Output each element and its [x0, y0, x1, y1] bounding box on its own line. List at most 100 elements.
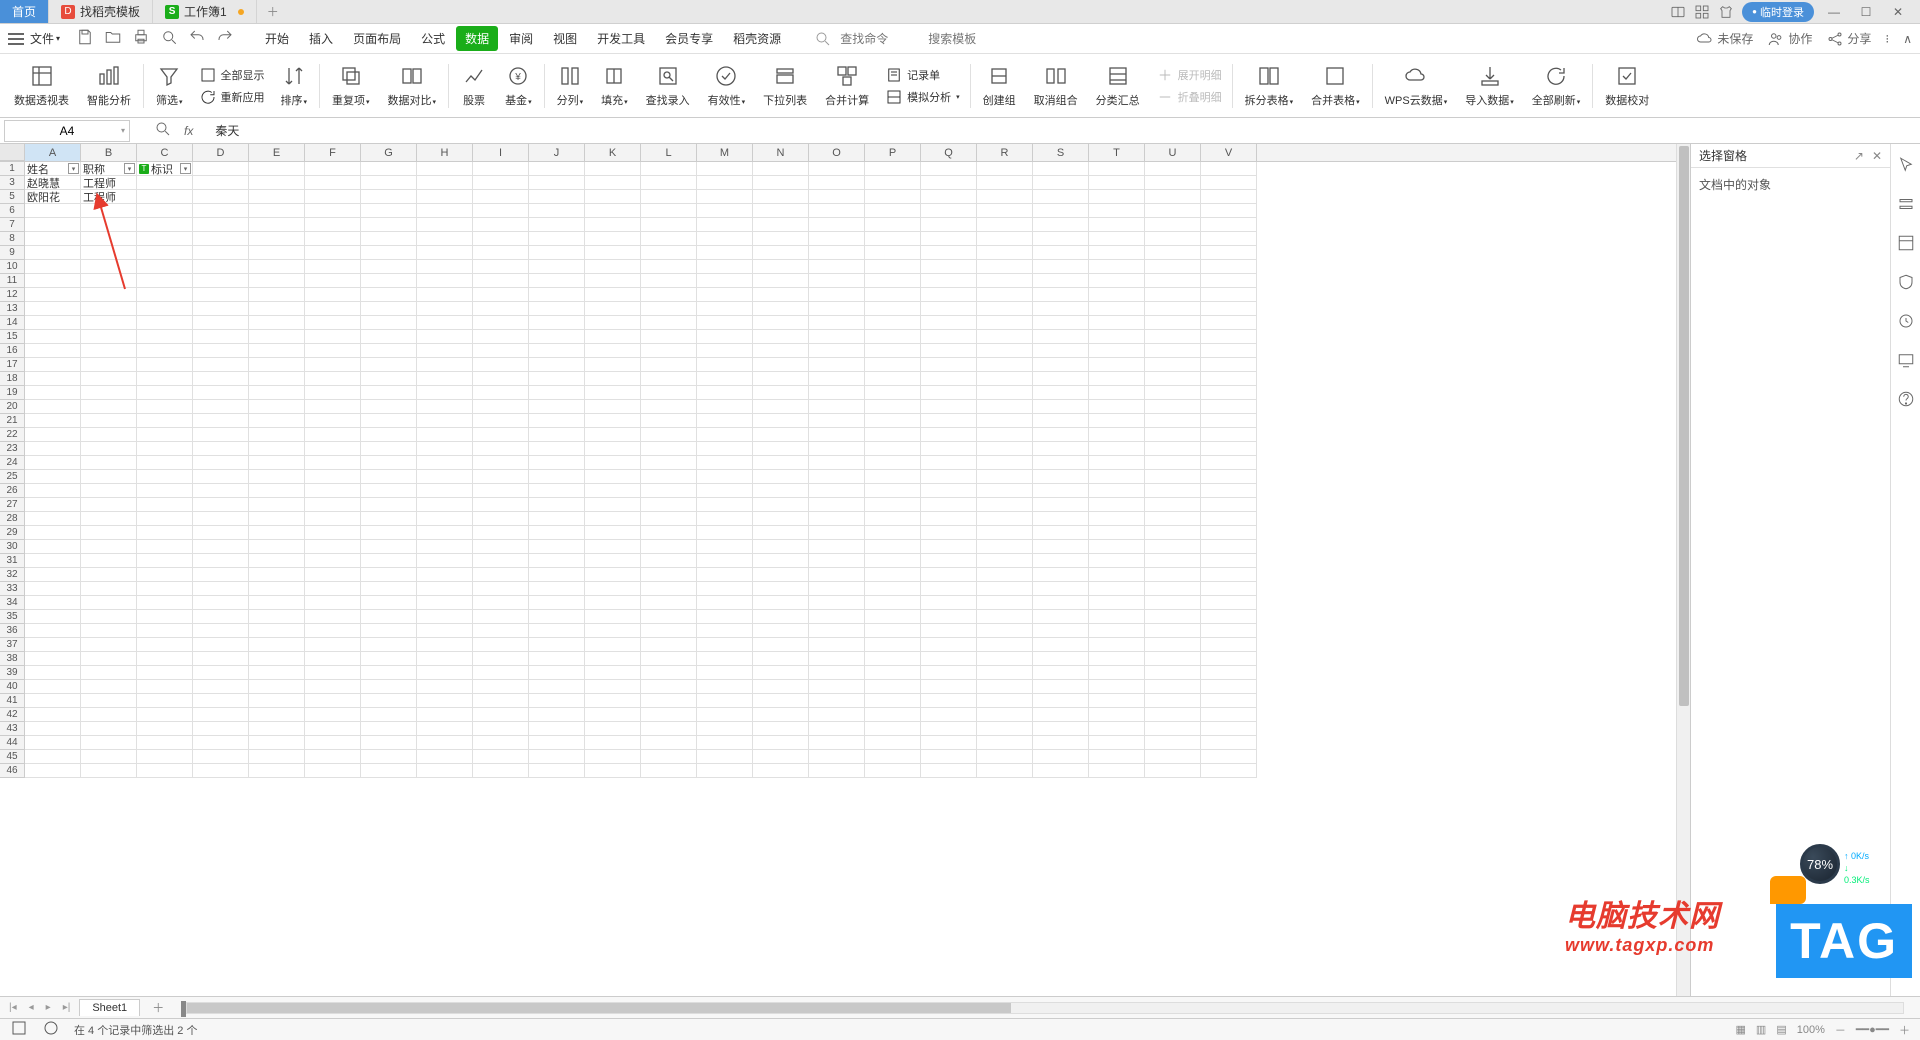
cell[interactable] [529, 666, 585, 680]
cell[interactable] [809, 358, 865, 372]
cell[interactable] [697, 722, 753, 736]
cell[interactable] [1033, 484, 1089, 498]
cell[interactable] [921, 274, 977, 288]
cell[interactable] [1089, 400, 1145, 414]
cell[interactable] [697, 288, 753, 302]
col-header[interactable]: O [809, 144, 865, 161]
cell[interactable] [641, 638, 697, 652]
cell[interactable] [193, 302, 249, 316]
cell[interactable] [1033, 722, 1089, 736]
more-icon[interactable]: ⁝ [1885, 32, 1889, 46]
split-table-button[interactable]: 拆分表格▾ [1237, 63, 1302, 108]
cell[interactable] [361, 498, 417, 512]
sim-analysis-button[interactable]: 模拟分析▾ [885, 88, 960, 106]
cell[interactable] [585, 204, 641, 218]
file-menu[interactable]: 文件▾ [30, 30, 60, 47]
select-tool-icon[interactable] [1897, 156, 1915, 177]
cell[interactable] [1145, 442, 1201, 456]
cell[interactable] [529, 610, 585, 624]
cell[interactable] [697, 274, 753, 288]
cell[interactable] [1089, 162, 1145, 176]
cell[interactable] [1033, 526, 1089, 540]
cell[interactable] [305, 736, 361, 750]
cell[interactable] [417, 260, 473, 274]
cell[interactable] [585, 246, 641, 260]
cell[interactable] [585, 736, 641, 750]
maximize-button[interactable]: ☐ [1854, 2, 1878, 22]
cell[interactable] [137, 680, 193, 694]
cell[interactable] [921, 582, 977, 596]
cell[interactable] [25, 218, 81, 232]
cell[interactable] [361, 694, 417, 708]
cell[interactable] [865, 582, 921, 596]
redo-icon[interactable] [216, 28, 234, 49]
cell[interactable] [921, 568, 977, 582]
cell[interactable] [585, 386, 641, 400]
cell[interactable] [249, 540, 305, 554]
cell[interactable] [753, 442, 809, 456]
sort-button[interactable]: 排序▾ [273, 63, 316, 108]
cell[interactable] [1089, 246, 1145, 260]
subtotal-button[interactable]: 分类汇总 [1088, 63, 1148, 108]
record-form-button[interactable]: 记录单 [885, 66, 940, 84]
cell[interactable] [977, 708, 1033, 722]
cell[interactable] [529, 624, 585, 638]
view-normal-icon[interactable]: ▦ [1736, 1023, 1746, 1036]
menu-tab-docer[interactable]: 稻壳资源 [724, 26, 790, 51]
cell[interactable] [921, 540, 977, 554]
cell[interactable] [137, 302, 193, 316]
cell[interactable] [25, 540, 81, 554]
cell[interactable] [193, 260, 249, 274]
cell[interactable] [137, 568, 193, 582]
cell[interactable] [529, 484, 585, 498]
cell[interactable] [417, 302, 473, 316]
cell[interactable] [809, 554, 865, 568]
cell[interactable] [529, 232, 585, 246]
cell[interactable] [193, 680, 249, 694]
zoom-fx-icon[interactable] [154, 120, 172, 141]
cell[interactable] [753, 358, 809, 372]
cell[interactable] [361, 638, 417, 652]
cell[interactable] [753, 638, 809, 652]
cell[interactable] [137, 232, 193, 246]
layout-rail-icon[interactable] [1897, 234, 1915, 255]
cell[interactable] [697, 554, 753, 568]
cell[interactable] [473, 176, 529, 190]
cell[interactable] [697, 372, 753, 386]
cell[interactable] [1033, 232, 1089, 246]
row-header[interactable]: 26 [0, 484, 25, 498]
cell[interactable] [1033, 386, 1089, 400]
cell[interactable] [1201, 582, 1257, 596]
cell[interactable] [865, 764, 921, 778]
cell[interactable] [1033, 624, 1089, 638]
cell[interactable] [137, 288, 193, 302]
cell[interactable] [1201, 680, 1257, 694]
row-header[interactable]: 12 [0, 288, 25, 302]
cell[interactable] [1089, 232, 1145, 246]
cell[interactable] [865, 750, 921, 764]
cell[interactable] [921, 764, 977, 778]
cell[interactable] [1033, 428, 1089, 442]
cell[interactable] [25, 204, 81, 218]
stock-button[interactable]: 股票 [453, 63, 495, 108]
cell[interactable] [921, 596, 977, 610]
cell[interactable] [1201, 428, 1257, 442]
cell[interactable] [193, 736, 249, 750]
cell[interactable] [1201, 512, 1257, 526]
cell[interactable] [921, 666, 977, 680]
cell[interactable] [865, 316, 921, 330]
cell[interactable] [977, 470, 1033, 484]
cell[interactable] [865, 344, 921, 358]
cell[interactable] [25, 330, 81, 344]
cell[interactable] [1033, 316, 1089, 330]
cell[interactable] [81, 232, 137, 246]
cell[interactable] [977, 176, 1033, 190]
cell[interactable] [137, 204, 193, 218]
cell[interactable] [529, 190, 585, 204]
sheet-nav-last[interactable]: ▸| [60, 1002, 74, 1013]
cell[interactable] [697, 232, 753, 246]
cell[interactable] [249, 694, 305, 708]
cell[interactable] [1201, 274, 1257, 288]
horizontal-scrollbar[interactable] [186, 1002, 1904, 1014]
cell[interactable] [977, 442, 1033, 456]
